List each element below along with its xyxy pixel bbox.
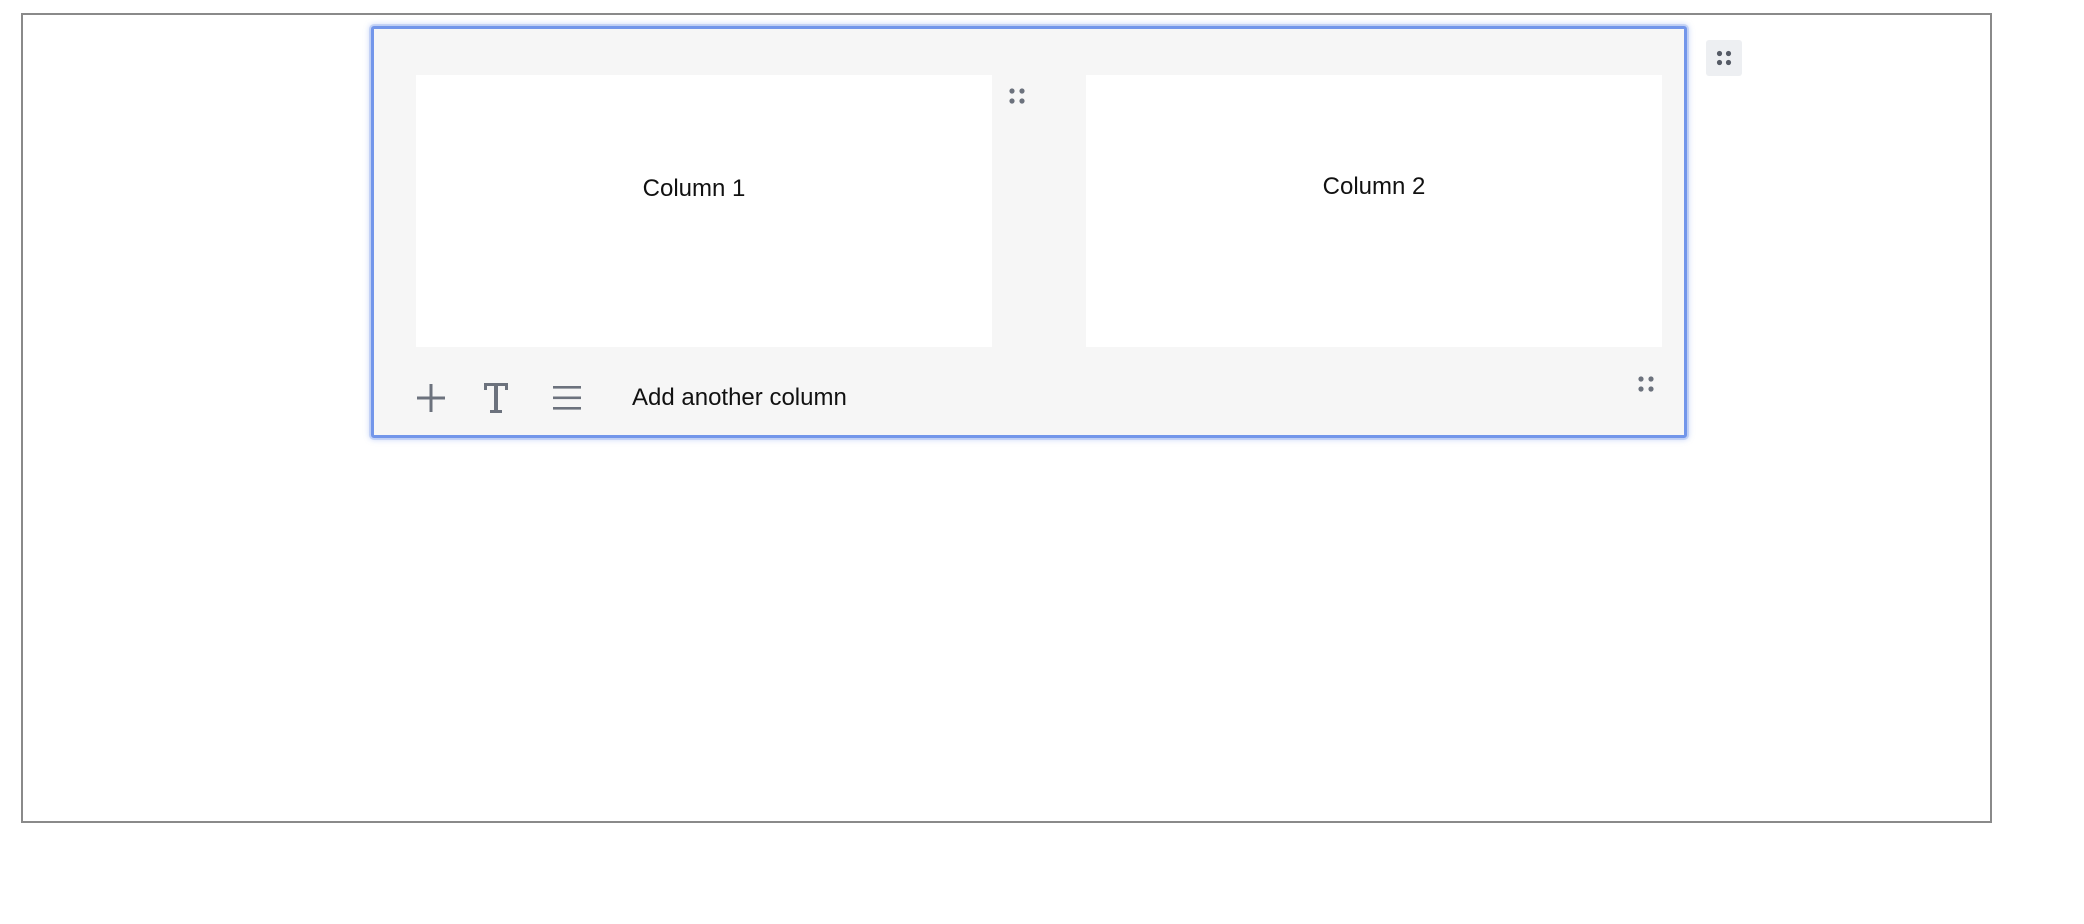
block-drag-handle-icon[interactable] bbox=[1706, 40, 1742, 76]
text-format-icon[interactable] bbox=[483, 381, 509, 415]
editor-canvas: Column 1 Column 2 Add another column bbox=[21, 13, 1992, 823]
column-label: Column 1 bbox=[642, 175, 746, 202]
column-1[interactable]: Column 1 bbox=[416, 75, 992, 347]
align-justify-icon[interactable] bbox=[552, 385, 582, 411]
columns-block[interactable]: Column 1 Column 2 Add another column bbox=[371, 26, 1687, 438]
add-column-button[interactable]: Add another column bbox=[632, 384, 847, 412]
drag-handle-icon[interactable] bbox=[1636, 374, 1656, 394]
plus-icon[interactable] bbox=[416, 383, 446, 413]
column-drag-handle-icon[interactable] bbox=[1007, 86, 1027, 106]
column-label: Column 2 bbox=[1322, 173, 1426, 200]
column-2[interactable]: Column 2 bbox=[1086, 75, 1662, 347]
